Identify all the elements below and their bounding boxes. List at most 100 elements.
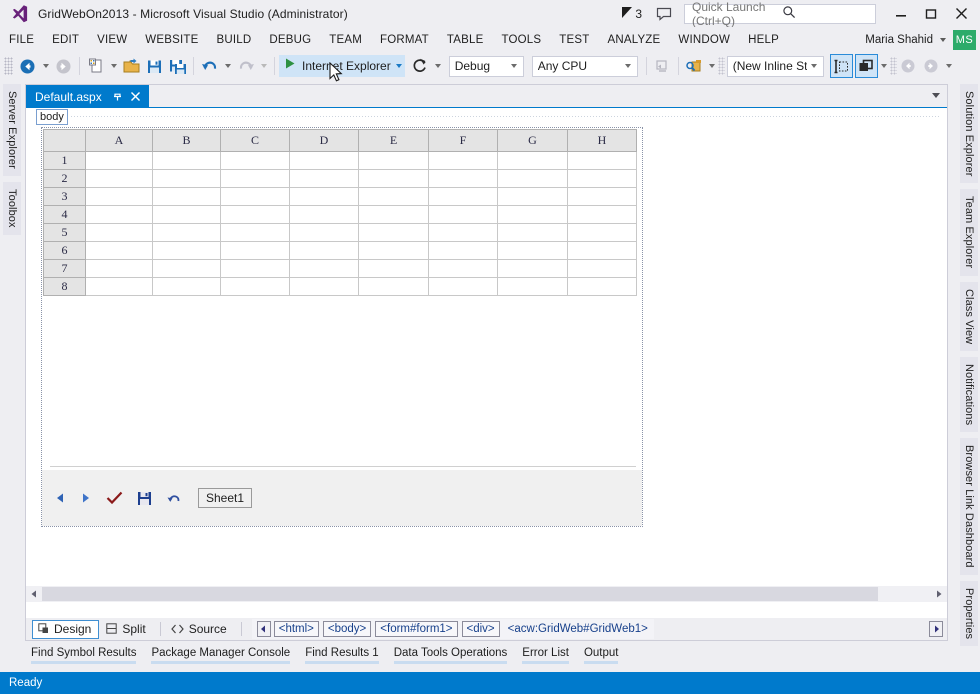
- tag-html[interactable]: <html>: [273, 621, 319, 637]
- cell-F1[interactable]: [428, 151, 498, 170]
- cell-B2[interactable]: [152, 169, 221, 188]
- cell-H8[interactable]: [567, 277, 637, 296]
- cell-G1[interactable]: [497, 151, 568, 170]
- solution-platform-select[interactable]: Any CPU: [531, 55, 638, 77]
- menu-team[interactable]: TEAM: [320, 30, 371, 50]
- tag-body[interactable]: <body>: [322, 621, 372, 637]
- maximize-button[interactable]: [916, 0, 946, 27]
- toolbar-overflow-button[interactable]: [878, 54, 890, 78]
- gridweb-control[interactable]: A B C D E F G H 12345678 Sheet1: [41, 127, 643, 527]
- avatar[interactable]: MS: [953, 30, 976, 50]
- cell-G5[interactable]: [497, 223, 568, 242]
- cell-C1[interactable]: [220, 151, 290, 170]
- navigate-back-icon[interactable]: [16, 54, 39, 78]
- panel-tab-data-tools-operations[interactable]: Data Tools Operations: [388, 645, 514, 664]
- row-header-3[interactable]: 3: [43, 187, 86, 206]
- column-header-a[interactable]: A: [85, 129, 153, 152]
- previous-sheet-icon[interactable]: [54, 492, 66, 504]
- start-debugging-dropdown-icon[interactable]: [395, 64, 402, 68]
- chevron-down-icon[interactable]: [932, 93, 940, 98]
- sidebar-item-team-explorer[interactable]: Team Explorer: [960, 189, 978, 276]
- cell-G8[interactable]: [497, 277, 568, 296]
- cell-E7[interactable]: [358, 259, 429, 278]
- toolbar-overflow-button[interactable]: [706, 54, 718, 78]
- style-application-icon[interactable]: [854, 54, 878, 78]
- save-icon[interactable]: [143, 54, 166, 78]
- cell-H5[interactable]: [567, 223, 637, 242]
- pin-icon[interactable]: [112, 91, 123, 102]
- next-sheet-icon[interactable]: [80, 492, 92, 504]
- panel-tab-error-list[interactable]: Error List: [516, 645, 575, 664]
- tab-design-view[interactable]: Design: [32, 619, 100, 639]
- tag-form[interactable]: <form#form1>: [375, 621, 458, 637]
- cell-H4[interactable]: [567, 205, 637, 224]
- sheet-tab-sheet1[interactable]: Sheet1: [198, 488, 253, 508]
- cell-D1[interactable]: [289, 151, 359, 170]
- save-icon[interactable]: [137, 491, 152, 506]
- cell-F4[interactable]: [428, 205, 498, 224]
- cell-E3[interactable]: [358, 187, 429, 206]
- column-header-c[interactable]: C: [220, 129, 290, 152]
- row-header-5[interactable]: 5: [43, 223, 86, 242]
- spreadsheet-table[interactable]: A B C D E F G H 12345678: [43, 129, 637, 296]
- sidebar-item-notifications[interactable]: Notifications: [960, 356, 978, 433]
- cell-D2[interactable]: [289, 169, 359, 188]
- cell-F7[interactable]: [428, 259, 498, 278]
- scroll-right-arrow-icon[interactable]: [931, 586, 947, 602]
- cell-B8[interactable]: [152, 277, 221, 296]
- canvas-horizontal-scrollbar[interactable]: [26, 586, 947, 602]
- cell-E2[interactable]: [358, 169, 429, 188]
- menu-analyze[interactable]: ANALYZE: [598, 30, 669, 50]
- close-button[interactable]: [946, 0, 976, 27]
- cell-A7[interactable]: [85, 259, 153, 278]
- quick-launch-input[interactable]: Quick Launch (Ctrl+Q): [684, 0, 876, 28]
- document-tab-default-aspx[interactable]: Default.aspx: [26, 85, 149, 108]
- row-header-7[interactable]: 7: [43, 259, 86, 278]
- menu-window[interactable]: WINDOW: [669, 30, 739, 50]
- scroll-left-arrow-icon[interactable]: [26, 586, 42, 602]
- style-application-target-select[interactable]: (New Inline Style: [726, 55, 824, 77]
- tab-source-view[interactable]: Source: [166, 621, 234, 638]
- column-header-h[interactable]: H: [567, 129, 637, 152]
- cell-E1[interactable]: [358, 151, 429, 170]
- panel-tab-find-results-1[interactable]: Find Results 1: [299, 645, 385, 664]
- menu-tools[interactable]: TOOLS: [492, 30, 550, 50]
- menu-file[interactable]: FILE: [0, 30, 43, 50]
- menu-help[interactable]: HELP: [739, 30, 788, 50]
- sidebar-item-server-explorer[interactable]: Server Explorer: [3, 84, 21, 176]
- save-all-icon[interactable]: [166, 54, 189, 78]
- tag-div[interactable]: <div>: [461, 621, 500, 637]
- sidebar-item-toolbox[interactable]: Toolbox: [3, 181, 21, 235]
- row-header-4[interactable]: 4: [43, 205, 86, 224]
- cell-A6[interactable]: [85, 241, 153, 260]
- breadcrumb-tag-body[interactable]: body: [36, 108, 68, 125]
- menu-build[interactable]: BUILD: [207, 30, 260, 50]
- menu-format[interactable]: FORMAT: [371, 30, 438, 50]
- cell-H3[interactable]: [567, 187, 637, 206]
- cell-C2[interactable]: [220, 169, 290, 188]
- cell-E6[interactable]: [358, 241, 429, 260]
- toolbar-grip[interactable]: [717, 57, 725, 75]
- minimize-button[interactable]: [886, 0, 916, 27]
- row-header-2[interactable]: 2: [43, 169, 86, 188]
- gridweb-sheet[interactable]: A B C D E F G H 12345678: [43, 129, 637, 296]
- cell-B6[interactable]: [152, 241, 221, 260]
- sidebar-item-browser-link-dashboard[interactable]: Browser Link Dashboard: [960, 438, 978, 575]
- tab-split-view[interactable]: Split: [101, 621, 152, 638]
- chevron-left-icon[interactable]: [256, 621, 271, 637]
- refresh-dropdown[interactable]: [432, 54, 445, 78]
- column-header-d[interactable]: D: [289, 129, 359, 152]
- cell-A8[interactable]: [85, 277, 153, 296]
- scroll-right-arrow-icon[interactable]: [929, 621, 943, 637]
- cell-C3[interactable]: [220, 187, 290, 206]
- cell-F8[interactable]: [428, 277, 498, 296]
- undo-dropdown[interactable]: [221, 54, 234, 78]
- cell-H6[interactable]: [567, 241, 637, 260]
- cell-G4[interactable]: [497, 205, 568, 224]
- menu-table[interactable]: TABLE: [438, 30, 493, 50]
- cell-H7[interactable]: [567, 259, 637, 278]
- cell-G6[interactable]: [497, 241, 568, 260]
- sidebar-item-class-view[interactable]: Class View: [960, 281, 978, 351]
- cell-D6[interactable]: [289, 241, 359, 260]
- column-header-b[interactable]: B: [152, 129, 221, 152]
